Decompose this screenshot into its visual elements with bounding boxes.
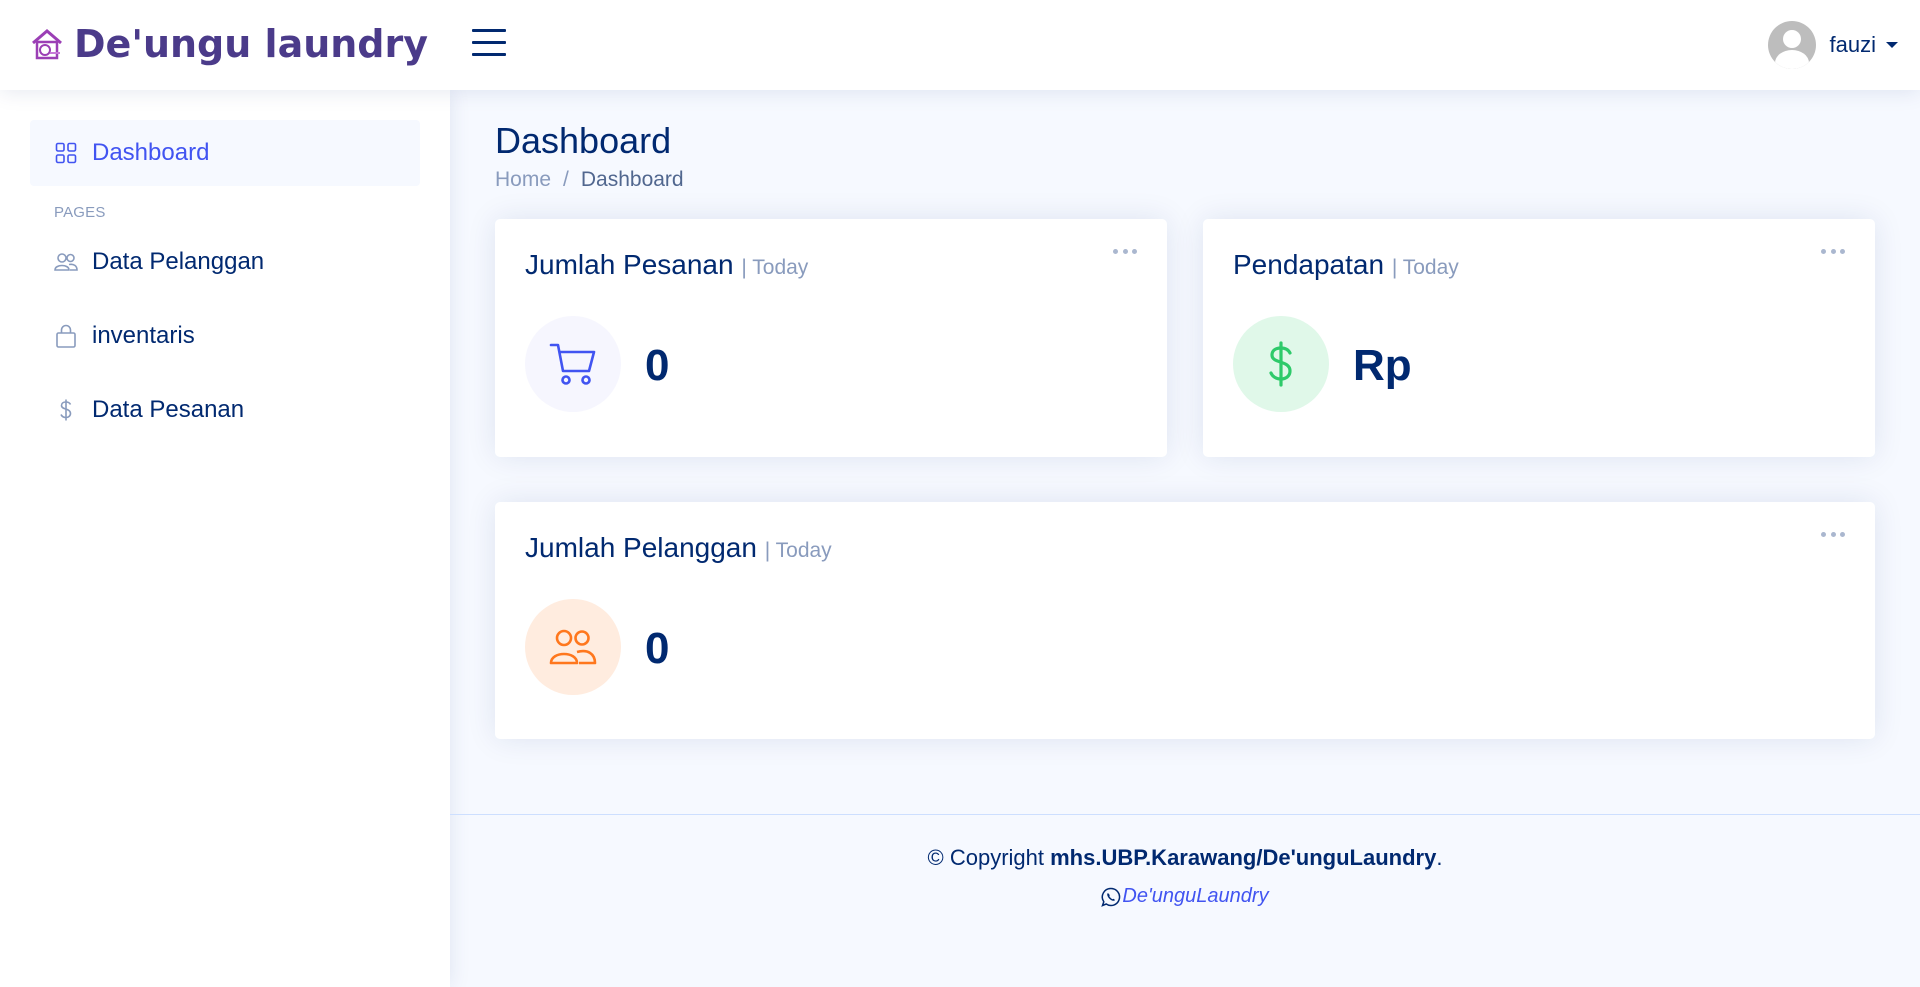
chevron-down-icon [1886,42,1898,48]
more-options-icon[interactable] [1113,245,1137,257]
sidebar-item-data-pelanggan[interactable]: Data Pelanggan [30,229,420,295]
breadcrumb-current: Dashboard [580,168,684,191]
customers-card: Jumlah Pelanggan | Today 0 [495,502,1875,739]
orders-count: 0 [645,341,670,390]
breadcrumb-separator: / [563,168,569,191]
dollar-icon [1269,341,1292,387]
bag-icon [54,324,78,348]
customers-count: 0 [645,624,670,673]
laundry-logo-icon [32,29,62,60]
more-options-icon[interactable] [1821,528,1845,540]
dollar-icon [54,398,78,422]
cart-icon-circle [525,316,621,412]
top-header: De'ungu laundry fauzi [0,0,1920,90]
whatsapp-icon [1101,887,1121,907]
hamburger-line [472,41,506,44]
hamburger-line [472,53,506,56]
brand-logo[interactable]: De'ungu laundry [30,22,428,66]
people-icon [54,250,78,274]
credit-link[interactable]: De'unguLaundry [1122,885,1268,908]
copyright-suffix: . [1436,845,1443,870]
copyright-prefix: © Copyright [927,845,1051,870]
sidebar-item-label: Data Pelanggan [92,248,265,275]
credits: De'unguLaundry [450,885,1920,908]
card-title-text: Pendapatan [1233,249,1385,280]
brand-name: De'ungu laundry [74,22,429,66]
card-period: | Today [764,539,832,562]
sidebar-item-data-pesanan[interactable]: Data Pesanan [30,377,420,443]
profile-dropdown[interactable]: fauzi [1767,21,1898,69]
sidebar-toggle-button[interactable] [472,29,506,59]
sidebar-item-label: inventaris [92,322,195,349]
card-title: Jumlah Pelanggan | Today [525,532,832,564]
sidebar-item-label: Dashboard [92,139,210,166]
profile-name: fauzi [1829,32,1876,57]
sidebar-heading: PAGES [54,204,106,221]
card-title-text: Jumlah Pesanan [525,249,734,280]
cart-icon [549,343,596,385]
breadcrumb: Home / Dashboard [495,168,684,192]
sidebar-item-dashboard[interactable]: Dashboard [30,120,420,186]
card-title: Pendapatan | Today [1233,249,1459,281]
copyright: © Copyright mhs.UBP.Karawang/De'unguLaun… [450,845,1920,871]
people-icon-circle [525,599,621,695]
card-period: | Today [741,256,809,279]
card-title: Jumlah Pesanan | Today [525,249,808,281]
breadcrumb-home-link[interactable]: Home [495,168,551,192]
revenue-card: Pendapatan | Today Rp [1203,219,1875,457]
card-period: | Today [1391,256,1459,279]
revenue-amount: Rp [1353,341,1412,390]
page-title: Dashboard [495,120,672,161]
grid-icon [54,141,78,165]
card-title-text: Jumlah Pelanggan [525,532,757,563]
main-content: Dashboard Home / Dashboard Jumlah Pesana… [450,90,1920,987]
more-options-icon[interactable] [1821,245,1845,257]
sidebar: Dashboard PAGES Data Pelanggan inventari… [0,90,450,987]
copyright-owner: mhs.UBP.Karawang/De'unguLaundry [1050,845,1437,870]
sidebar-item-inventaris[interactable]: inventaris [30,303,420,369]
dollar-icon-circle [1233,316,1329,412]
orders-card: Jumlah Pesanan | Today 0 [495,219,1167,457]
footer: © Copyright mhs.UBP.Karawang/De'unguLaun… [450,814,1920,987]
hamburger-line [472,29,506,32]
avatar [1767,21,1816,69]
sidebar-item-label: Data Pesanan [92,396,245,423]
people-icon [549,629,597,665]
